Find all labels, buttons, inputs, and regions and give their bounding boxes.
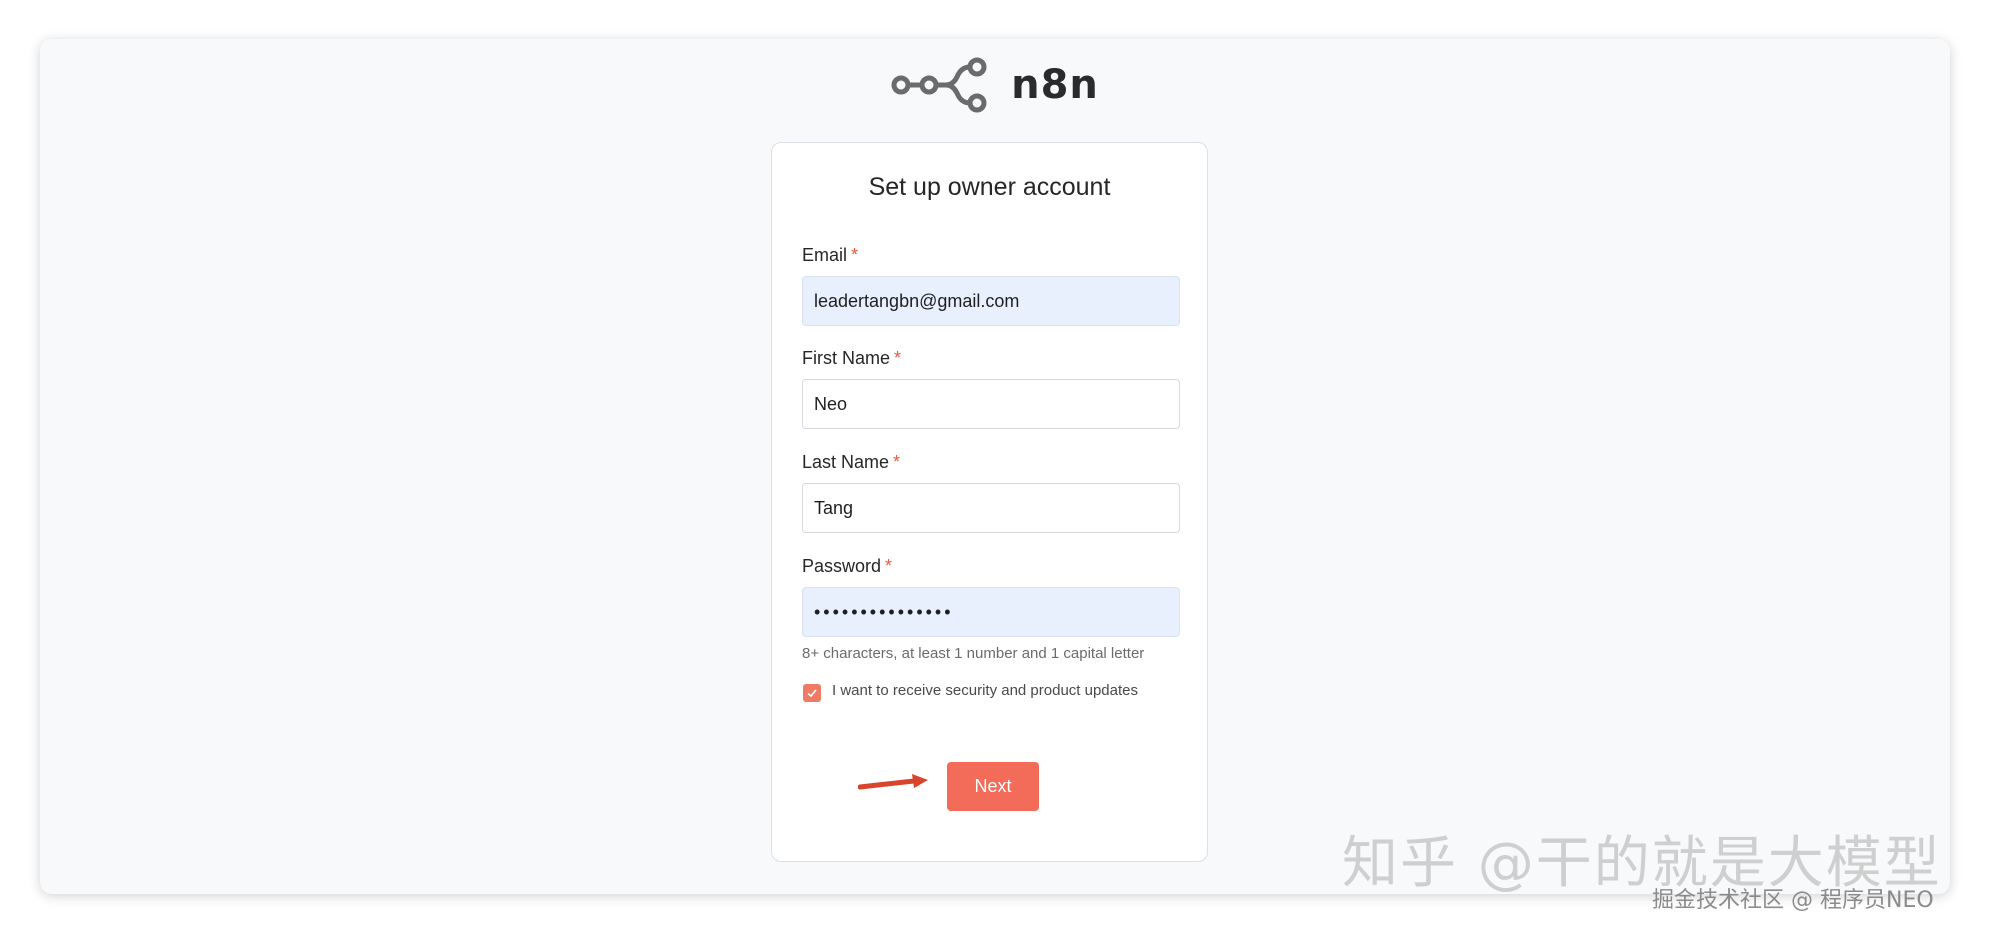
watermark-secondary: 掘金技术社区 @ 程序员NEO [1652,888,1934,913]
first-name-label: First Name * [802,348,901,369]
required-mark: * [894,348,902,368]
app-logo: n8n [40,57,1950,113]
first-name-label-text: First Name [802,348,891,368]
required-mark: * [893,452,901,472]
password-label-text: Password [802,556,882,576]
form-title: Set up owner account [868,173,1111,201]
last-name-field[interactable] [802,483,1180,533]
red-arrow-icon [858,774,928,790]
next-button[interactable]: Next [947,762,1039,811]
browser-window: n8n Set up owner account Email* First Na… [40,39,1950,894]
first-name-field[interactable] [802,379,1180,429]
required-mark: * [851,245,859,265]
email-field[interactable] [802,276,1180,326]
email-label: Email * [802,245,858,266]
email-label-text: Email [802,245,848,265]
n8n-logo-icon [891,57,987,113]
logo-wordmark: n8n [1011,62,1099,108]
password-label: Password * [802,556,892,577]
last-name-label: Last Name * [802,452,900,473]
updates-checkbox[interactable] [803,684,821,702]
checkmark-icon [807,689,817,698]
password-hint: 8+ characters, at least 1 number and 1 c… [802,645,1145,662]
last-name-label-text: Last Name [802,452,890,472]
owner-setup-card: Set up owner account Email* First Name* … [771,142,1208,862]
updates-checkbox-label[interactable]: I want to receive security and product u… [832,682,1138,699]
password-field[interactable] [802,587,1180,637]
required-mark: * [885,556,893,576]
